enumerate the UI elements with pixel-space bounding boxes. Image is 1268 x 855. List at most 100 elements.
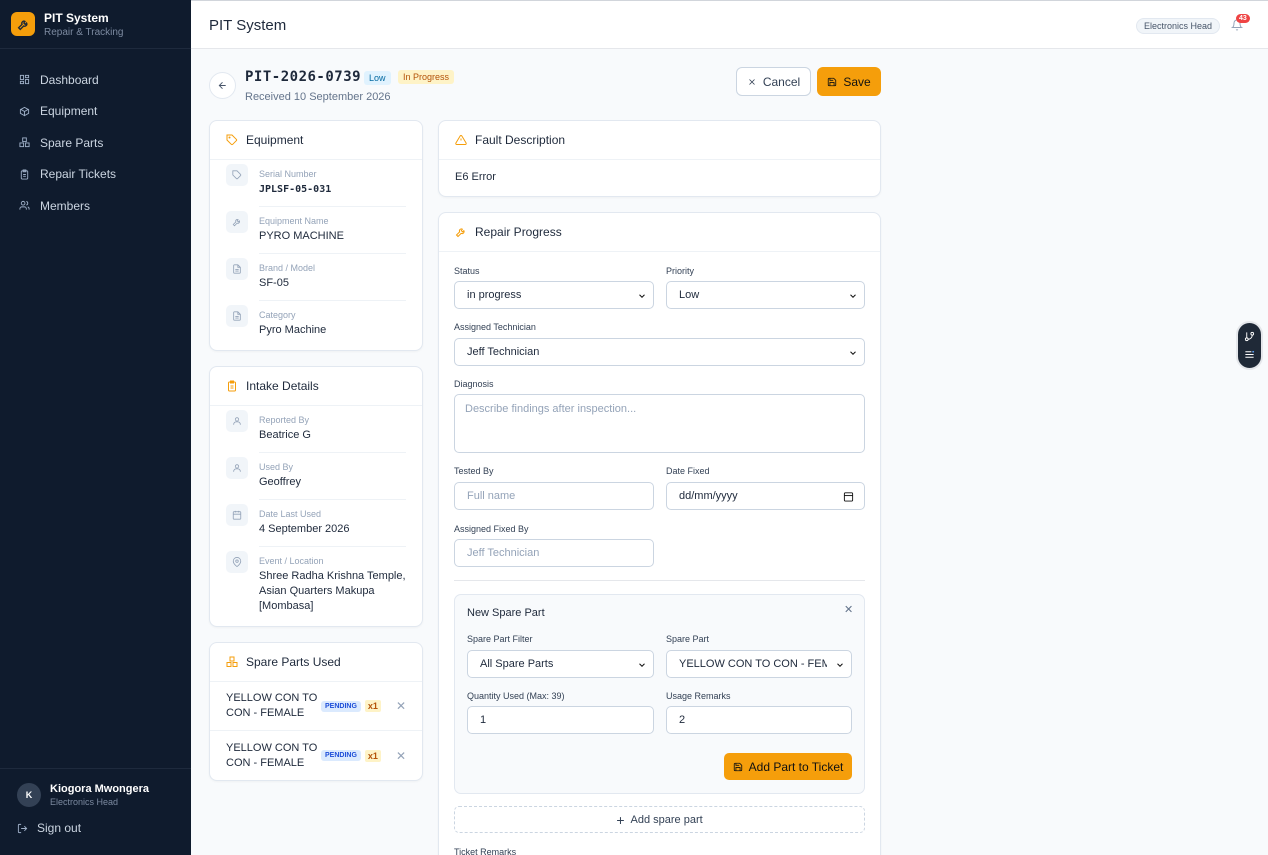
sign-out-button[interactable]: Sign out xyxy=(0,807,191,849)
quantity-badge: x1 xyxy=(364,749,381,762)
spare-part-select[interactable]: YELLOW CON TO CON - FEMALE xyxy=(666,650,852,678)
sidebar-item-repair-tickets[interactable]: Repair Tickets xyxy=(0,159,191,191)
date-fixed-placeholder: dd/mm/yyyy xyxy=(679,490,738,502)
wrench-icon xyxy=(11,12,35,36)
save-button[interactable]: Save xyxy=(817,67,881,96)
card-header: Equipment xyxy=(210,121,422,160)
usage-remarks-input[interactable]: 2 xyxy=(666,706,852,734)
floating-toolbar[interactable] xyxy=(1236,321,1263,370)
spare-part-value: YELLOW CON TO CON - FEMALE xyxy=(679,658,827,670)
priority-badge: Low xyxy=(364,71,391,85)
info-label: Brand / Model xyxy=(259,263,316,273)
priority-label: Priority xyxy=(666,266,695,276)
git-branch-icon[interactable] xyxy=(1244,331,1255,342)
date-fixed-label: Date Fixed xyxy=(666,466,710,476)
user-icon xyxy=(226,410,248,432)
role-chip: Electronics Head xyxy=(1136,18,1221,34)
fault-description-card: Fault Description E6 Error xyxy=(438,120,881,197)
status-badge: PENDING xyxy=(321,750,361,761)
info-row-serial: Serial Number JPLSF-05-031 xyxy=(210,160,422,207)
cubes-icon xyxy=(19,137,30,148)
part-name: YELLOW CON TO CON - FEMALE xyxy=(226,741,318,769)
info-label: Event / Location xyxy=(259,556,324,566)
equipment-card: Equipment Serial Number JPLSF-05-031 Equ… xyxy=(209,120,423,351)
page-title: PIT System xyxy=(209,17,287,34)
remove-part-button[interactable]: ✕ xyxy=(396,699,406,713)
arrow-left-icon xyxy=(218,81,226,90)
card-header: Intake Details xyxy=(210,367,422,406)
info-row-location: Event / Location Shree Radha Krishna Tem… xyxy=(210,547,422,623)
add-part-to-ticket-button[interactable]: Add Part to Ticket xyxy=(724,753,852,780)
chevron-down-icon xyxy=(837,663,843,667)
sidebar-item-label: Spare Parts xyxy=(40,135,104,150)
tag-icon xyxy=(226,164,248,186)
document-icon xyxy=(226,305,248,327)
info-row-used-by: Used By Geoffrey xyxy=(210,453,422,500)
tested-by-input[interactable]: Full name xyxy=(454,482,654,510)
info-row-date-last-used: Date Last Used 4 September 2026 xyxy=(210,500,422,547)
quantity-input[interactable]: 1 xyxy=(467,706,654,734)
close-panel-button[interactable]: ✕ xyxy=(844,603,853,616)
info-label: Equipment Name xyxy=(259,216,329,226)
status-badge: In Progress xyxy=(398,70,455,84)
sidebar: PIT System Repair & Tracking Dashboard E… xyxy=(0,0,191,855)
diagnosis-textarea[interactable]: Describe findings after inspection... xyxy=(454,394,865,453)
spare-part-label: Spare Part xyxy=(666,634,710,644)
spare-part-filter-select[interactable]: All Spare Parts xyxy=(467,650,654,678)
info-row-category: Category Pyro Machine xyxy=(210,301,422,347)
card-title: Spare Parts Used xyxy=(246,655,341,669)
fixed-by-label: Assigned Fixed By xyxy=(454,524,529,534)
info-row-name: Equipment Name PYRO MACHINE xyxy=(210,207,422,254)
notification-count-badge: 43 xyxy=(1236,14,1250,23)
notifications-button[interactable]: 43 xyxy=(1230,14,1250,34)
sidebar-footer: K Kiogora Mwongera Electronics Head Sign… xyxy=(0,768,191,855)
list-icon[interactable] xyxy=(1244,349,1255,360)
status-value: in progress xyxy=(467,289,522,301)
sidebar-item-spare-parts[interactable]: Spare Parts xyxy=(0,127,191,159)
technician-select[interactable]: Jeff Technician xyxy=(454,338,865,366)
clipboard-icon xyxy=(228,380,236,392)
chevron-down-icon xyxy=(850,351,856,355)
card-header: Repair Progress xyxy=(439,213,880,252)
info-label: Serial Number xyxy=(259,169,317,179)
calendar-icon xyxy=(226,504,248,526)
quantity-badge: x1 xyxy=(364,700,381,712)
save-icon xyxy=(733,762,742,771)
brand[interactable]: PIT System Repair & Tracking xyxy=(0,0,191,49)
card-title: Repair Progress xyxy=(475,225,562,239)
filter-value: All Spare Parts xyxy=(480,658,554,670)
chevron-down-icon xyxy=(639,294,645,298)
save-icon xyxy=(828,77,837,86)
divider xyxy=(454,580,865,581)
sidebar-item-equipment[interactable]: Equipment xyxy=(0,96,191,128)
card-title: Equipment xyxy=(246,133,304,147)
chevron-down-icon xyxy=(850,294,856,298)
document-icon xyxy=(226,258,248,280)
cubes-icon xyxy=(226,656,238,667)
box-icon xyxy=(19,106,30,116)
add-spare-part-button[interactable]: + Add spare part xyxy=(454,806,865,833)
sign-out-label: Sign out xyxy=(37,821,82,835)
calendar-icon[interactable] xyxy=(843,491,854,502)
sidebar-item-label: Equipment xyxy=(40,104,98,119)
spare-parts-used-card: Spare Parts Used YELLOW CON TO CON - FEM… xyxy=(209,642,423,781)
cancel-button[interactable]: Cancel xyxy=(736,67,811,96)
user-profile[interactable]: K Kiogora Mwongera Electronics Head xyxy=(0,769,191,807)
sidebar-item-dashboard[interactable]: Dashboard xyxy=(0,64,191,96)
date-fixed-input[interactable]: dd/mm/yyyy xyxy=(666,482,865,510)
technician-label: Assigned Technician xyxy=(454,322,536,332)
serial-number: JPLSF-05-031 xyxy=(259,184,332,195)
fixed-by-input[interactable]: Jeff Technician xyxy=(454,539,654,567)
new-spare-part-title: New Spare Part xyxy=(467,607,545,619)
back-button[interactable] xyxy=(209,72,236,99)
sidebar-item-members[interactable]: Members xyxy=(0,190,191,222)
priority-select[interactable]: Low xyxy=(666,281,865,309)
remove-part-button[interactable]: ✕ xyxy=(396,749,406,763)
info-row-reported-by: Reported By Beatrice G xyxy=(210,406,422,453)
status-select[interactable]: in progress xyxy=(454,281,654,309)
status-label: Status xyxy=(454,266,480,276)
app-title: PIT System xyxy=(44,10,109,25)
filter-label: Spare Part Filter xyxy=(467,634,533,644)
category: Pyro Machine xyxy=(259,324,327,336)
tested-by-label: Tested By xyxy=(454,466,494,476)
